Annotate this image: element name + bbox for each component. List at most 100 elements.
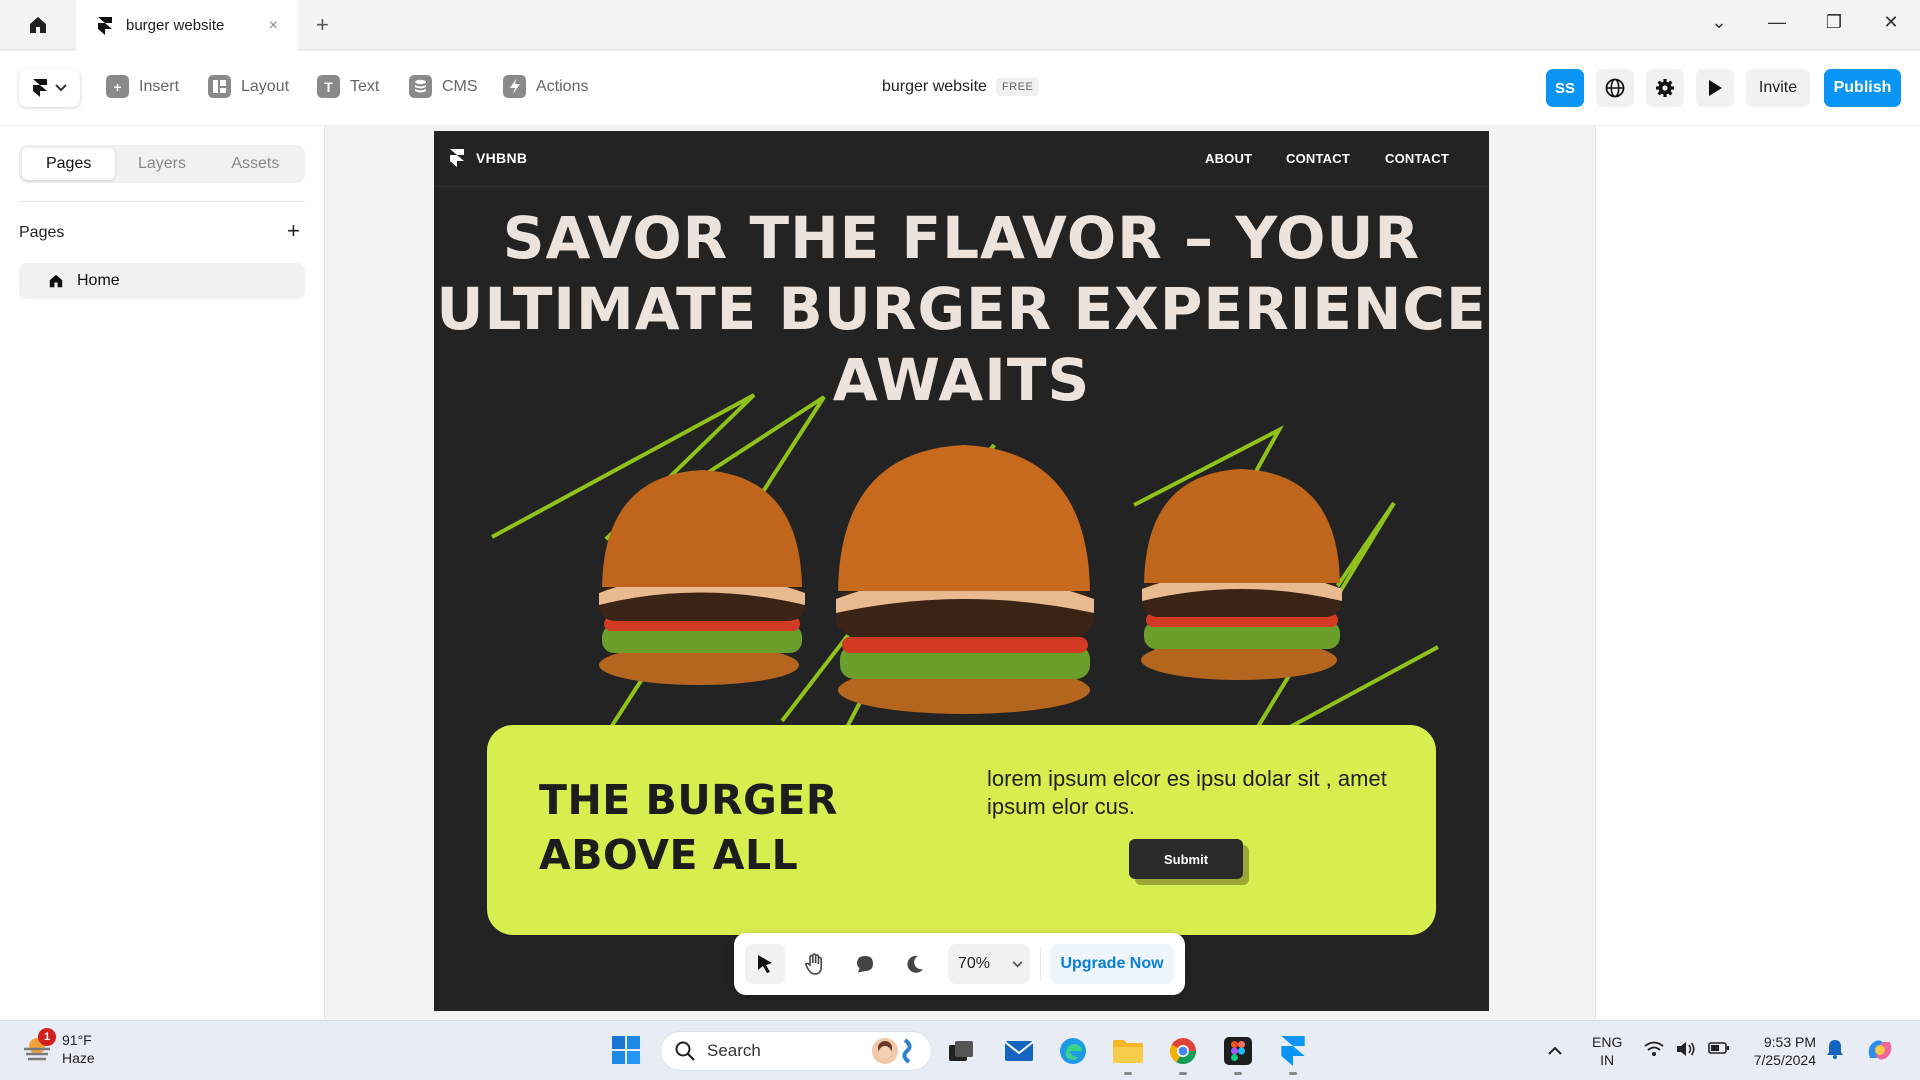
play-icon — [1709, 80, 1722, 96]
taskbar-mail[interactable] — [1002, 1034, 1036, 1068]
toolbar-separator — [1040, 947, 1041, 981]
burger-left — [599, 470, 805, 685]
search-highlight-icon — [865, 1036, 921, 1066]
site-settings-globe-button[interactable] — [1596, 69, 1634, 107]
hand-icon — [805, 953, 822, 975]
select-tool-button[interactable] — [745, 944, 785, 984]
settings-button[interactable] — [1646, 69, 1684, 107]
zoom-dropdown[interactable]: 70% — [948, 944, 1030, 984]
cta-card[interactable]: THE BURGER ABOVE ALL lorem ipsum elcor e… — [487, 725, 1436, 935]
edge-browser-icon — [1060, 1038, 1086, 1064]
user-avatar[interactable]: SS — [1546, 69, 1584, 107]
cursor-arrow-icon — [758, 955, 772, 973]
taskbar-figma[interactable] — [1221, 1034, 1255, 1075]
dark-mode-toggle[interactable] — [895, 944, 935, 984]
copilot-button[interactable] — [1864, 1034, 1896, 1070]
submit-button[interactable]: Submit — [1129, 839, 1243, 879]
right-properties-panel — [1595, 126, 1920, 1020]
hero-burger-image[interactable] — [434, 355, 1489, 735]
actions-button[interactable]: Actions — [503, 75, 588, 98]
taskbar-file-explorer[interactable] — [1111, 1034, 1145, 1075]
project-title[interactable]: burger website FREE — [882, 78, 1040, 96]
tab-assets[interactable]: Assets — [209, 148, 302, 180]
weather-description: Haze — [62, 1050, 95, 1066]
layout-icon — [208, 75, 231, 98]
project-name: burger website — [882, 78, 987, 95]
page-item-label: Home — [77, 272, 120, 289]
database-icon — [409, 75, 432, 98]
tab-list-dropdown-icon[interactable]: ⌄ — [1704, 12, 1734, 33]
windows-logo-icon — [612, 1036, 640, 1064]
document-tab[interactable]: burger website × — [76, 0, 298, 51]
haze-weather-icon: 1 — [22, 1028, 56, 1064]
invite-button[interactable]: Invite — [1746, 69, 1810, 107]
upgrade-now-button[interactable]: Upgrade Now — [1050, 944, 1174, 984]
pages-section-title: Pages — [19, 224, 65, 241]
site-navbar[interactable]: VHBNB ABOUT CONTACT CONTACT — [434, 131, 1489, 187]
taskbar-task-view[interactable] — [944, 1034, 978, 1068]
taskbar-edge[interactable] — [1056, 1034, 1090, 1068]
notifications-button[interactable] — [1826, 1039, 1844, 1063]
show-hidden-icons-button[interactable] — [1548, 1041, 1562, 1059]
lightning-icon — [503, 75, 526, 98]
taskbar-search-placeholder: Search — [707, 1041, 761, 1060]
desktop-frame[interactable]: VHBNB ABOUT CONTACT CONTACT SAVOR THE FL… — [434, 131, 1489, 1011]
mail-icon — [1004, 1041, 1034, 1061]
taskbar-chrome[interactable] — [1166, 1034, 1200, 1075]
windows-taskbar: 1 91°F Haze Search ENG IN 9:53 PM 7/25/2… — [0, 1020, 1920, 1080]
clock[interactable]: 9:53 PM 7/25/2024 — [1750, 1033, 1816, 1069]
new-tab-button[interactable]: + — [316, 12, 329, 38]
chevron-up-icon — [1548, 1046, 1562, 1055]
weather-notification-badge: 1 — [38, 1028, 56, 1046]
start-button[interactable] — [611, 1035, 641, 1070]
restore-button[interactable]: ❐ — [1819, 12, 1849, 33]
home-tab[interactable] — [0, 0, 75, 50]
text-label: Text — [350, 77, 380, 95]
nav-link-about[interactable]: ABOUT — [1205, 151, 1252, 166]
cms-button[interactable]: CMS — [409, 75, 478, 98]
bell-icon — [1827, 1040, 1843, 1059]
close-window-button[interactable]: ✕ — [1876, 12, 1906, 33]
nav-link-contact-2[interactable]: CONTACT — [1385, 151, 1449, 166]
home-icon — [29, 17, 46, 33]
framer-logo-icon — [98, 16, 112, 35]
search-icon — [675, 1041, 695, 1061]
tab-pages[interactable]: Pages — [22, 148, 116, 180]
minimize-button[interactable]: — — [1762, 12, 1792, 33]
text-button[interactable]: T Text — [317, 75, 379, 98]
tab-layers[interactable]: Layers — [115, 148, 208, 180]
taskbar-search[interactable]: Search — [660, 1031, 932, 1071]
publish-button[interactable]: Publish — [1824, 69, 1901, 107]
cms-label: CMS — [442, 77, 478, 95]
page-item-home[interactable]: Home — [19, 263, 305, 299]
burger-right — [1141, 469, 1342, 680]
hand-tool-button[interactable] — [795, 944, 835, 984]
speaker-icon — [1677, 1042, 1695, 1056]
site-brand[interactable]: VHBNB — [450, 149, 527, 167]
weather-widget[interactable]: 1 91°F Haze — [22, 1028, 95, 1067]
gear-icon — [1656, 79, 1674, 97]
close-tab-icon[interactable]: × — [269, 17, 278, 35]
taskbar-framer[interactable] — [1276, 1034, 1310, 1075]
home-icon — [49, 274, 63, 288]
insert-button[interactable]: + Insert — [106, 75, 179, 98]
panel-tabs: Pages Layers Assets — [19, 145, 305, 183]
plus-icon: + — [106, 75, 129, 98]
actions-label: Actions — [536, 77, 589, 95]
running-indicator — [1179, 1072, 1187, 1075]
add-page-button[interactable]: + — [287, 218, 300, 244]
comment-tool-button[interactable] — [845, 944, 885, 984]
zoom-value: 70% — [958, 955, 991, 972]
language-region: IN — [1600, 1052, 1615, 1068]
nav-link-contact[interactable]: CONTACT — [1286, 151, 1350, 166]
wifi-icon — [1644, 1041, 1664, 1056]
system-status-icons[interactable] — [1644, 1041, 1730, 1057]
canvas-toolbar: 70% Upgrade Now — [734, 933, 1185, 995]
preview-button[interactable] — [1696, 69, 1734, 107]
panel-divider — [19, 201, 305, 202]
framer-main-menu-button[interactable] — [19, 69, 80, 107]
layout-button[interactable]: Layout — [208, 75, 289, 98]
input-language-indicator[interactable]: ENG IN — [1592, 1033, 1622, 1069]
comment-bubble-icon — [857, 956, 873, 973]
cta-title: THE BURGER ABOVE ALL — [539, 773, 869, 883]
